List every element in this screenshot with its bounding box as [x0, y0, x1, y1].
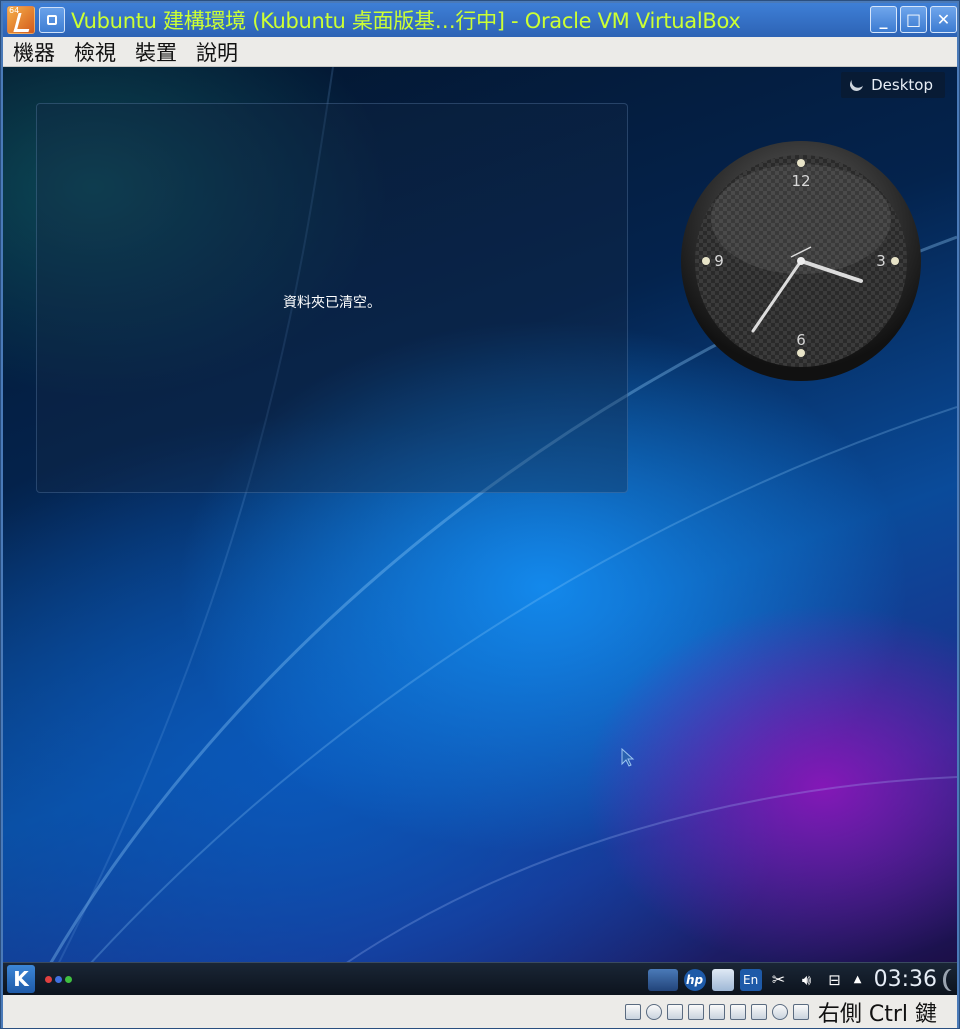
- virtualbox-window: Vubuntu 建構環境 (Kubuntu 桌面版基…行中] - Oracle …: [0, 0, 960, 1029]
- empty-folder-message: 資料夾已清空。: [283, 295, 381, 311]
- guest-desktop[interactable]: Desktop 資料夾已清空。 12 3 6 9: [3, 67, 957, 994]
- menu-view[interactable]: 檢視: [64, 37, 125, 67]
- analog-clock-widget[interactable]: 12 3 6 9: [679, 139, 923, 383]
- numeral-3: 3: [876, 252, 886, 270]
- mouse-pointer-icon: [621, 748, 635, 767]
- maximize-button[interactable]: □: [900, 6, 927, 33]
- kickoff-launcher-button[interactable]: K: [7, 965, 35, 993]
- optical-drive-icon[interactable]: [645, 1003, 662, 1020]
- network-icon[interactable]: ⊟: [824, 969, 846, 991]
- minimize-button[interactable]: _: [870, 6, 897, 33]
- moon-icon: [848, 76, 866, 94]
- keyboard-layout-indicator[interactable]: En: [739, 968, 762, 991]
- panel-clock[interactable]: 03:36: [874, 967, 937, 992]
- window-controls: _ □ ✕: [870, 6, 957, 33]
- close-button[interactable]: ✕: [930, 6, 957, 33]
- hp-icon[interactable]: hp: [683, 968, 706, 991]
- scissors-icon[interactable]: ✂: [768, 969, 790, 991]
- activity-label-text: Desktop: [871, 76, 933, 94]
- numeral-6: 6: [796, 331, 806, 349]
- clock-center: [797, 257, 805, 265]
- menu-help[interactable]: 說明: [186, 37, 247, 67]
- shared-folder-icon[interactable]: [708, 1003, 725, 1020]
- pager-dot-red: [45, 975, 52, 983]
- menu-machine[interactable]: 機器: [3, 37, 64, 67]
- volume-icon[interactable]: 🔊︎: [796, 969, 818, 991]
- tray-expand-arrow-icon[interactable]: ▲: [852, 969, 864, 991]
- menu-devices[interactable]: 裝置: [125, 37, 186, 67]
- pager-dot-blue: [55, 975, 62, 983]
- hour-dot-9: [702, 257, 710, 265]
- window-icon: [47, 15, 57, 25]
- pager-dot-green: [65, 975, 72, 983]
- virtualbox-app-icon: [7, 6, 35, 34]
- folder-view-widget[interactable]: 資料夾已清空。: [36, 103, 628, 493]
- taskbar-window-icon[interactable]: [647, 968, 678, 991]
- activity-label[interactable]: Desktop: [841, 72, 945, 98]
- status-bar: 右側 Ctrl 鍵: [3, 995, 957, 1028]
- pager-dots[interactable]: [45, 975, 72, 983]
- video-capture-icon[interactable]: [750, 1003, 767, 1020]
- numeral-12: 12: [791, 172, 810, 190]
- hard-disk-icon[interactable]: [624, 1003, 641, 1020]
- system-menu-button[interactable]: [39, 7, 65, 33]
- cpu-virtualization-icon[interactable]: [771, 1003, 788, 1020]
- network-adapter-icon[interactable]: [687, 1003, 704, 1020]
- notes-icon[interactable]: [711, 968, 734, 991]
- panel-moon-icon[interactable]: [943, 969, 957, 991]
- host-key-label: 右側 Ctrl 鍵: [817, 1001, 937, 1027]
- title-bar[interactable]: Vubuntu 建構環境 (Kubuntu 桌面版基…行中] - Oracle …: [3, 3, 957, 37]
- hour-dot-6: [797, 349, 805, 357]
- display-icon[interactable]: [729, 1003, 746, 1020]
- hour-dot-12: [797, 159, 805, 167]
- numeral-9: 9: [714, 252, 724, 270]
- kde-panel: K hp En ✂ 🔊︎ ⊟ ▲ 03:36: [3, 962, 957, 995]
- usb-icon[interactable]: [666, 1003, 683, 1020]
- system-tray: hp En ✂ 🔊︎ ⊟ ▲ 03:36: [647, 963, 957, 996]
- hour-dot-3: [891, 257, 899, 265]
- menu-bar: 機器 檢視 裝置 說明: [3, 37, 957, 67]
- mouse-integration-icon[interactable]: [792, 1003, 809, 1020]
- window-title: Vubuntu 建構環境 (Kubuntu 桌面版基…行中] - Oracle …: [71, 9, 741, 33]
